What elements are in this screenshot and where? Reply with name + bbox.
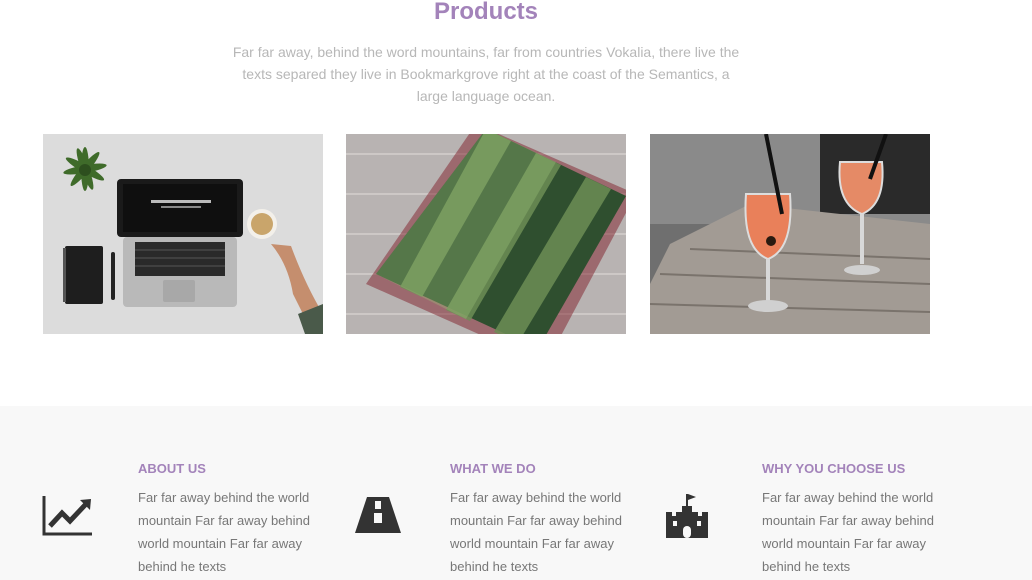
product-image-laptop[interactable] <box>43 134 323 334</box>
feature-text: Far far away behind the world mountain F… <box>450 490 622 574</box>
product-image-cocktails[interactable] <box>650 134 930 334</box>
feature-text: Far far away behind the world mountain F… <box>138 490 310 574</box>
feature-title: ABOUT US <box>138 461 206 476</box>
road-icon <box>355 497 401 533</box>
feature-title: WHAT WE DO <box>450 461 536 476</box>
feature-text: Far far away behind the world mountain F… <box>762 490 934 574</box>
products-title: Products <box>433 0 538 25</box>
product-image-stadium[interactable] <box>346 134 626 334</box>
chart-line-icon <box>42 496 92 536</box>
feature-title: WHY YOU CHOOSE US <box>762 461 906 476</box>
products-description: Far far away, behind the word mountains,… <box>232 44 740 104</box>
castle-icon <box>666 494 708 538</box>
features-section: ABOUT US Far far away behind the world m… <box>0 406 1032 580</box>
